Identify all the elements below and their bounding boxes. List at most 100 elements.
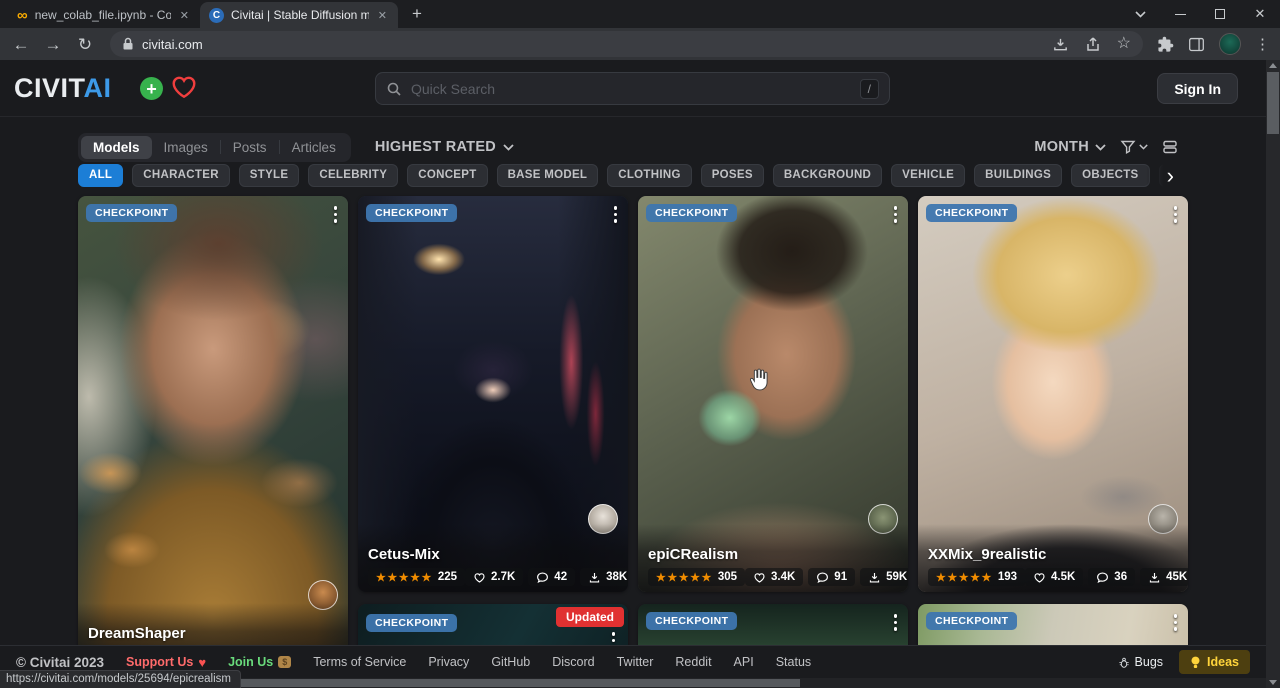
card-menu-icon[interactable] xyxy=(612,204,620,225)
chip-buildings[interactable]: BUILDINGS xyxy=(974,164,1062,187)
likes-count: 2.7K xyxy=(491,571,515,583)
model-card-xxmix[interactable]: CHECKPOINT XXMix_9realistic ★★★★★193 4.5… xyxy=(918,196,1188,592)
chip-objects[interactable]: OBJECTS xyxy=(1071,164,1149,187)
civitai-page: CIVITAI + / Sign In Models Images Posts xyxy=(0,60,1266,688)
search-shortcut-key: / xyxy=(860,79,879,99)
likes-count: 3.4K xyxy=(771,571,795,583)
vertical-scrollbar-thumb[interactable] xyxy=(1267,72,1279,134)
card-menu-icon[interactable] xyxy=(1172,204,1180,225)
tab-models[interactable]: Models xyxy=(81,136,152,159)
model-card-dreamshaper[interactable]: CHECKPOINT DreamShaper xyxy=(78,196,348,674)
forward-icon[interactable]: → xyxy=(42,36,64,53)
chip-character[interactable]: CHARACTER xyxy=(132,164,230,187)
card-menu-icon[interactable] xyxy=(892,612,900,633)
card-menu-icon[interactable] xyxy=(1172,612,1180,633)
footer-link-status[interactable]: Status xyxy=(776,655,811,669)
sort-dropdown[interactable]: HIGHEST RATED xyxy=(375,139,514,155)
likes-stat: 3.4K xyxy=(745,568,803,586)
model-type-badge: CHECKPOINT xyxy=(646,204,737,222)
reload-icon[interactable]: ↻ xyxy=(74,36,96,53)
comments-stat: 36 xyxy=(1088,568,1135,586)
likes-count: 4.5K xyxy=(1051,571,1075,583)
model-type-badge: CHECKPOINT xyxy=(366,614,457,632)
chips-scroll-right-icon[interactable]: › xyxy=(1146,162,1178,189)
chip-poses[interactable]: POSES xyxy=(701,164,764,187)
download-icon xyxy=(588,571,601,584)
join-us-link[interactable]: Join Us$ xyxy=(228,655,291,669)
copyright-text: © Civitai 2023 xyxy=(16,655,104,670)
ideas-label: Ideas xyxy=(1207,655,1239,669)
tab-posts[interactable]: Posts xyxy=(221,136,279,159)
downloads-stat: 59K xyxy=(860,568,908,586)
chevron-down-icon xyxy=(1139,144,1148,150)
civitai-logo[interactable]: CIVITAI xyxy=(14,73,112,104)
new-tab-button[interactable]: + xyxy=(404,1,430,27)
minimize-button[interactable] xyxy=(1160,0,1200,28)
model-card-epicrealism[interactable]: CHECKPOINT epiCRealism ★★★★★305 3.4K 91 … xyxy=(638,196,908,592)
vertical-scrollbar[interactable] xyxy=(1266,60,1280,688)
card-stats: ★★★★★225 2.7K 42 38K xyxy=(368,568,618,586)
card-menu-icon[interactable] xyxy=(892,204,900,225)
footer-link-github[interactable]: GitHub xyxy=(491,655,530,669)
footer-link-terms[interactable]: Terms of Service xyxy=(313,655,406,669)
footer-link-twitter[interactable]: Twitter xyxy=(617,655,654,669)
chip-style[interactable]: STYLE xyxy=(239,164,300,187)
extensions-puzzle-icon[interactable] xyxy=(1157,36,1174,53)
layout-toggle-button[interactable] xyxy=(1162,139,1178,155)
comments-stat: 42 xyxy=(528,568,575,586)
downloads-count: 38K xyxy=(606,571,627,583)
chip-concept[interactable]: CONCEPT xyxy=(407,164,487,187)
sidebar-icon[interactable] xyxy=(1188,36,1205,53)
browser-tab-civitai[interactable]: C Civitai | Stable Diffusion models, ✕ xyxy=(200,2,398,28)
browser-menu-icon[interactable]: ⋮ xyxy=(1255,35,1270,53)
browser-tab-colab[interactable]: ∞ new_colab_file.ipynb - Colaborat ✕ xyxy=(8,2,200,28)
rating-stat: ★★★★★193 xyxy=(928,568,1025,586)
heart-icon xyxy=(753,571,766,584)
chip-base-model[interactable]: BASE MODEL xyxy=(497,164,599,187)
period-dropdown[interactable]: MONTH xyxy=(1034,139,1106,155)
address-bar[interactable]: civitai.com ☆ xyxy=(110,31,1143,57)
chip-celebrity[interactable]: CELEBRITY xyxy=(308,164,398,187)
scroll-up-arrow-icon[interactable] xyxy=(1269,63,1277,68)
model-type-badge: CHECKPOINT xyxy=(926,204,1017,222)
upload-plus-button[interactable]: + xyxy=(140,77,163,100)
chip-vehicle[interactable]: VEHICLE xyxy=(891,164,965,187)
back-icon[interactable]: ← xyxy=(10,36,32,53)
site-header: CIVITAI + / Sign In xyxy=(0,60,1266,117)
favorites-heart-icon[interactable] xyxy=(171,75,197,104)
filter-dropdown[interactable] xyxy=(1120,139,1148,155)
scroll-down-arrow-icon[interactable] xyxy=(1269,680,1277,685)
ideas-button[interactable]: Ideas xyxy=(1179,650,1250,674)
chip-clothing[interactable]: CLOTHING xyxy=(607,164,691,187)
footer-link-reddit[interactable]: Reddit xyxy=(675,655,711,669)
tab-articles[interactable]: Articles xyxy=(280,136,348,159)
chip-all[interactable]: ALL xyxy=(78,164,123,187)
browser-profile-avatar[interactable] xyxy=(1219,33,1241,55)
tab-search-chevron-icon[interactable] xyxy=(1120,0,1160,28)
search-input[interactable] xyxy=(411,81,851,97)
footer-link-privacy[interactable]: Privacy xyxy=(428,655,469,669)
footer-link-api[interactable]: API xyxy=(734,655,754,669)
bugs-button[interactable]: Bugs xyxy=(1118,655,1164,669)
card-menu-icon[interactable] xyxy=(332,204,340,225)
omnibox-icons: ☆ xyxy=(1052,36,1131,53)
close-button[interactable]: ✕ xyxy=(1240,0,1280,28)
footer-link-discord[interactable]: Discord xyxy=(552,655,594,669)
rating-stat: ★★★★★225 xyxy=(368,568,465,586)
chevron-down-icon xyxy=(503,144,514,151)
category-chips: ALL CHARACTER STYLE CELEBRITY CONCEPT BA… xyxy=(78,164,1175,189)
chip-background[interactable]: BACKGROUND xyxy=(773,164,882,187)
maximize-button[interactable] xyxy=(1200,0,1240,28)
model-card-cetus-mix[interactable]: CHECKPOINT Cetus-Mix ★★★★★225 2.7K 42 38… xyxy=(358,196,628,592)
bookmark-star-icon[interactable]: ☆ xyxy=(1117,36,1131,52)
nav-right: MONTH xyxy=(1034,139,1178,155)
tab-close-icon[interactable]: ✕ xyxy=(178,9,191,22)
sign-in-button[interactable]: Sign In xyxy=(1157,73,1238,104)
tab-images[interactable]: Images xyxy=(152,136,220,159)
download-icon[interactable] xyxy=(1052,36,1069,53)
tab-close-icon[interactable]: ✕ xyxy=(376,9,389,22)
support-us-link[interactable]: Support Us♥ xyxy=(126,655,206,670)
share-icon[interactable] xyxy=(1085,36,1101,52)
window-controls: ✕ xyxy=(1120,0,1280,28)
quick-search-bar[interactable]: / xyxy=(375,72,890,105)
